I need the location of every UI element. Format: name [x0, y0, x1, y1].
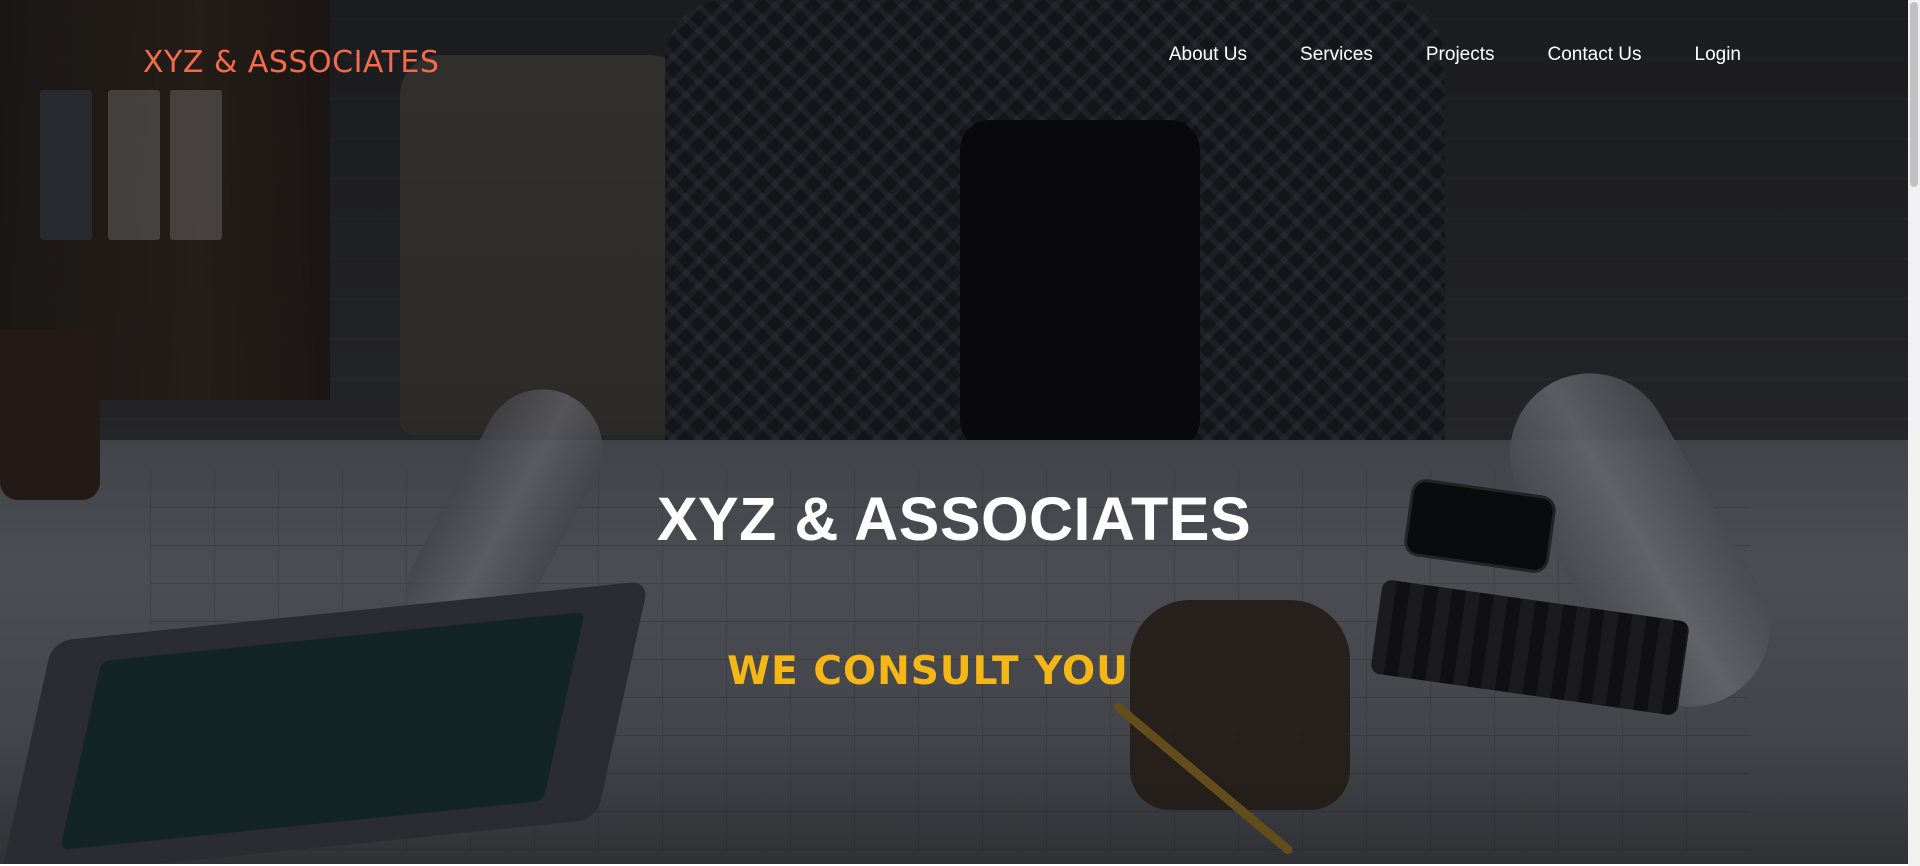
site-logo[interactable]: XYZ & ASSOCIATES: [143, 45, 439, 80]
hero-overlay: [0, 0, 1908, 864]
main-nav: About Us Services Projects Contact Us Lo…: [1169, 44, 1741, 66]
nav-link-login[interactable]: Login: [1695, 44, 1742, 66]
nav-link-projects[interactable]: Projects: [1426, 44, 1495, 66]
hero-title-text: XYZ & ASSOCIATES: [656, 485, 1252, 553]
nav-link-about-us[interactable]: About Us: [1169, 44, 1247, 66]
vertical-scrollbar[interactable]: [1908, 0, 1920, 866]
hero-subtitle: WE CONSULT YOU: [727, 649, 1129, 694]
nav-link-services[interactable]: Services: [1300, 44, 1373, 66]
hero-title: XYZ & ASSOCIATES: [0, 484, 1908, 554]
page: XYZ & ASSOCIATES About Us Services Proje…: [0, 0, 1920, 866]
hero-section: XYZ & ASSOCIATES About Us Services Proje…: [0, 0, 1908, 864]
scrollbar-thumb[interactable]: [1910, 2, 1918, 187]
nav-link-contact-us[interactable]: Contact Us: [1548, 44, 1642, 66]
